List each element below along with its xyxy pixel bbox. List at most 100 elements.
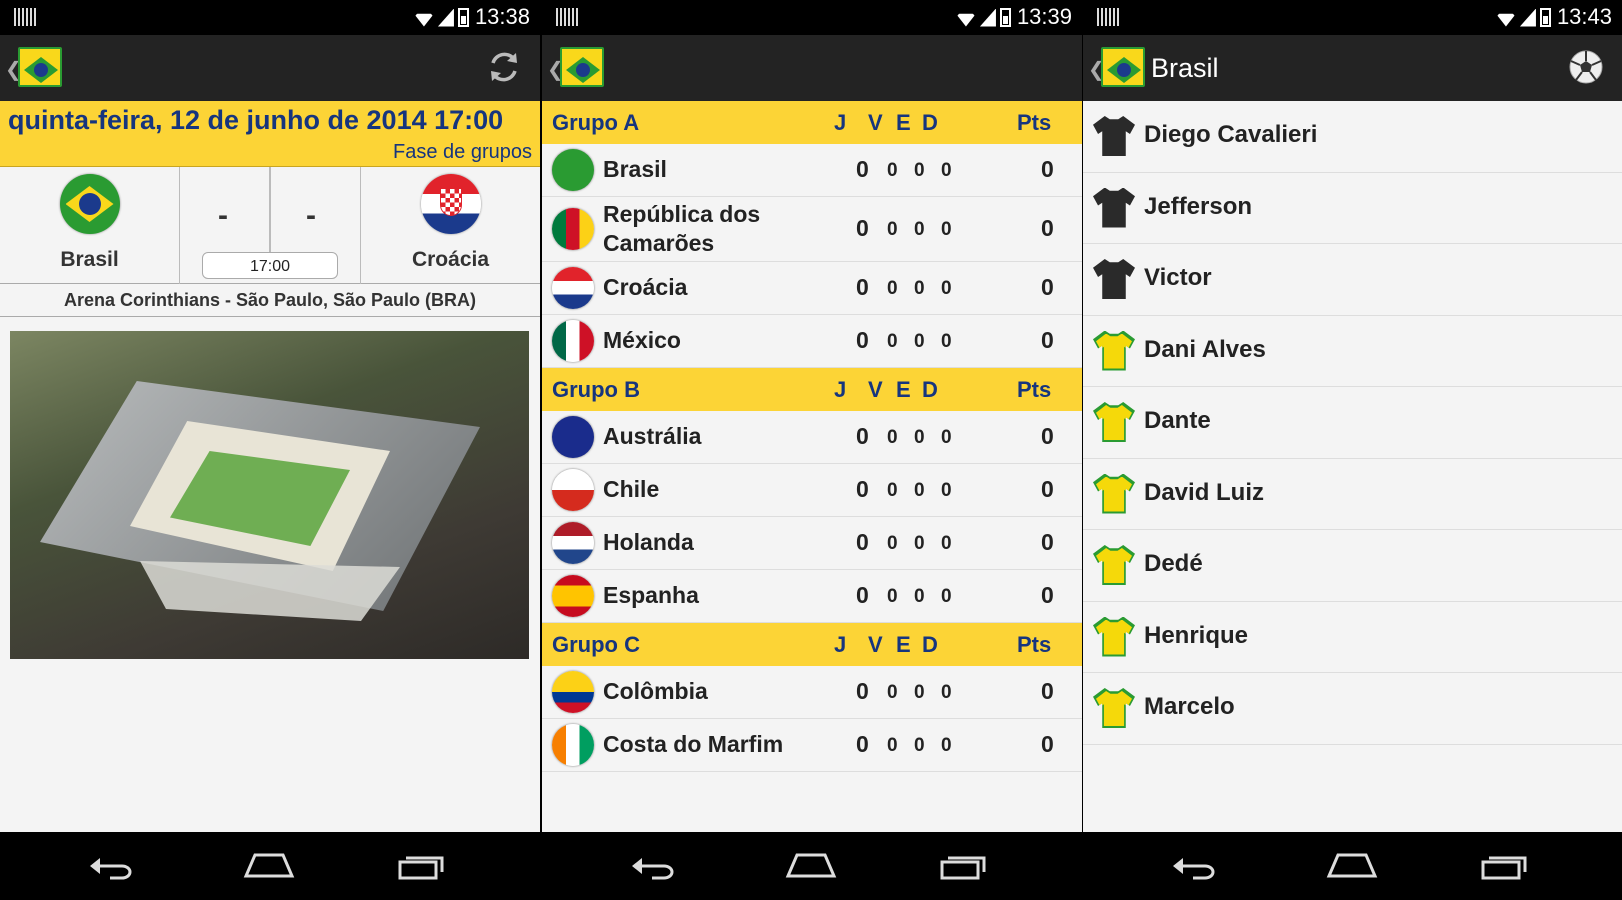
app-logo-brazil-flag[interactable] — [18, 47, 62, 87]
draws: 0 — [914, 586, 925, 607]
col-v-header: V — [868, 110, 883, 135]
signal-icon — [1519, 8, 1536, 27]
team-name: Croácia — [603, 274, 688, 300]
brazil-flag-icon — [59, 174, 120, 234]
status-time: 13:39 — [1016, 4, 1072, 29]
notification-icon — [14, 8, 36, 26]
goalkeeper-shirt-icon — [1093, 259, 1135, 299]
notification-icon — [1097, 8, 1119, 26]
app-logo-brazil-flag[interactable] — [560, 47, 604, 87]
app-logo-brazil-flag[interactable] — [1101, 47, 1145, 87]
status-bar: 13:43 — [1083, 0, 1622, 35]
standings-row[interactable]: México 0 0 0 0 0 — [542, 315, 1082, 368]
standings-row[interactable]: República dos Camarões 0 0 0 0 0 — [542, 197, 1082, 262]
player-shirt-icon — [1093, 616, 1135, 657]
back-nav-icon[interactable] — [88, 852, 134, 880]
brazil-flag-icon — [552, 149, 594, 191]
battery-icon — [457, 7, 469, 27]
col-e-header: E — [896, 110, 911, 135]
nav-bar — [542, 832, 1082, 900]
signal-icon — [979, 8, 996, 27]
nav-bar — [0, 832, 540, 900]
player-name: Marcelo — [1144, 693, 1235, 720]
player-row[interactable]: Victor — [1083, 244, 1622, 316]
draws: 0 — [914, 331, 925, 352]
standings-row[interactable]: Colômbia 0 0 0 0 0 — [542, 666, 1082, 719]
standings-list: Grupo A J V E D Pts Brasil 0 0 0 0 0 República dos C… — [542, 101, 1082, 772]
netherlands-flag-icon — [552, 522, 594, 564]
player-row[interactable]: Henrique — [1083, 601, 1622, 673]
home-team[interactable]: Brasil — [0, 167, 180, 284]
games-played: 0 — [856, 476, 869, 502]
team-name: Colômbia — [603, 678, 708, 704]
player-shirt-icon — [1093, 402, 1135, 442]
team-name: Costa do Marfim — [603, 731, 784, 757]
match-detail-screen: 13:38 ❮ quinta-feira, 12 de junho de 201… — [0, 0, 540, 900]
player-row[interactable]: Marcelo — [1083, 673, 1622, 745]
team-name: Espanha — [603, 582, 699, 608]
games-played: 0 — [856, 529, 869, 555]
player-row[interactable]: Diego Cavalieri — [1083, 101, 1622, 173]
col-v-header: V — [868, 377, 883, 402]
status-time: 13:43 — [1556, 4, 1612, 29]
player-row[interactable]: Dante — [1083, 387, 1622, 459]
wins: 0 — [887, 278, 898, 299]
refresh-icon[interactable] — [486, 49, 522, 85]
standings-row[interactable]: Brasil 0 0 0 0 0 — [542, 144, 1082, 197]
standings-row[interactable]: Espanha 0 0 0 0 0 — [542, 570, 1082, 623]
points: 0 — [1041, 215, 1054, 241]
action-bar: ❮ Brasil — [1083, 35, 1622, 101]
signal-icon — [437, 8, 454, 27]
back-nav-icon[interactable] — [630, 852, 676, 880]
player-row[interactable]: Dani Alves — [1083, 315, 1622, 387]
player-row[interactable]: Jefferson — [1083, 172, 1622, 244]
player-name: Henrique — [1144, 621, 1249, 649]
losses: 0 — [941, 427, 952, 448]
player-row[interactable]: David Luiz — [1083, 458, 1622, 530]
points: 0 — [1041, 476, 1054, 502]
home-nav-icon[interactable] — [785, 852, 837, 878]
losses: 0 — [941, 331, 952, 352]
home-nav-icon[interactable] — [1326, 852, 1378, 878]
wins: 0 — [887, 160, 898, 181]
points: 0 — [1041, 582, 1054, 608]
games-played: 0 — [856, 582, 869, 608]
team-name: Austrália — [603, 423, 702, 449]
draws: 0 — [914, 480, 925, 501]
home-nav-icon[interactable] — [243, 852, 295, 878]
wins: 0 — [887, 480, 898, 501]
standings-row[interactable]: Croácia 0 0 0 0 0 — [542, 262, 1082, 315]
chile-flag-icon — [552, 469, 594, 511]
croatia-flag-icon — [420, 174, 481, 234]
recents-nav-icon[interactable] — [940, 852, 988, 880]
player-name: Dani Alves — [1144, 335, 1266, 363]
games-played: 0 — [856, 156, 869, 182]
team-name: Holanda — [603, 529, 694, 555]
home-score: - — [218, 199, 228, 232]
draws: 0 — [914, 278, 925, 299]
standings-row[interactable]: Chile 0 0 0 0 0 — [542, 464, 1082, 517]
match-datetime: quinta-feira, 12 de junho de 2014 17:00 — [8, 105, 504, 135]
losses: 0 — [941, 682, 952, 703]
soccer-ball-icon[interactable] — [1568, 49, 1604, 85]
standings-row[interactable]: Holanda 0 0 0 0 0 — [542, 517, 1082, 570]
col-d-header: D — [922, 377, 938, 402]
recents-nav-icon[interactable] — [1481, 852, 1529, 880]
points: 0 — [1041, 678, 1054, 704]
recents-nav-icon[interactable] — [398, 852, 446, 880]
away-team[interactable]: Croácia — [360, 167, 540, 284]
standings-row[interactable]: Costa do Marfim 0 0 0 0 0 — [542, 719, 1082, 772]
back-nav-icon[interactable] — [1171, 852, 1217, 880]
action-bar: ❮ — [0, 35, 540, 101]
group-header: Grupo B J V E D Pts — [542, 368, 1082, 411]
colombia-flag-icon — [552, 671, 594, 713]
games-played: 0 — [856, 423, 869, 449]
col-j-header: J — [834, 110, 847, 135]
standings-row[interactable]: Austrália 0 0 0 0 0 — [542, 411, 1082, 464]
games-played: 0 — [856, 327, 869, 353]
wifi-icon — [1495, 13, 1516, 27]
player-row[interactable]: Dedé — [1083, 530, 1622, 602]
points: 0 — [1041, 156, 1054, 182]
col-pts-header: Pts — [1017, 632, 1052, 657]
kickoff-time: 17:00 — [202, 252, 338, 279]
